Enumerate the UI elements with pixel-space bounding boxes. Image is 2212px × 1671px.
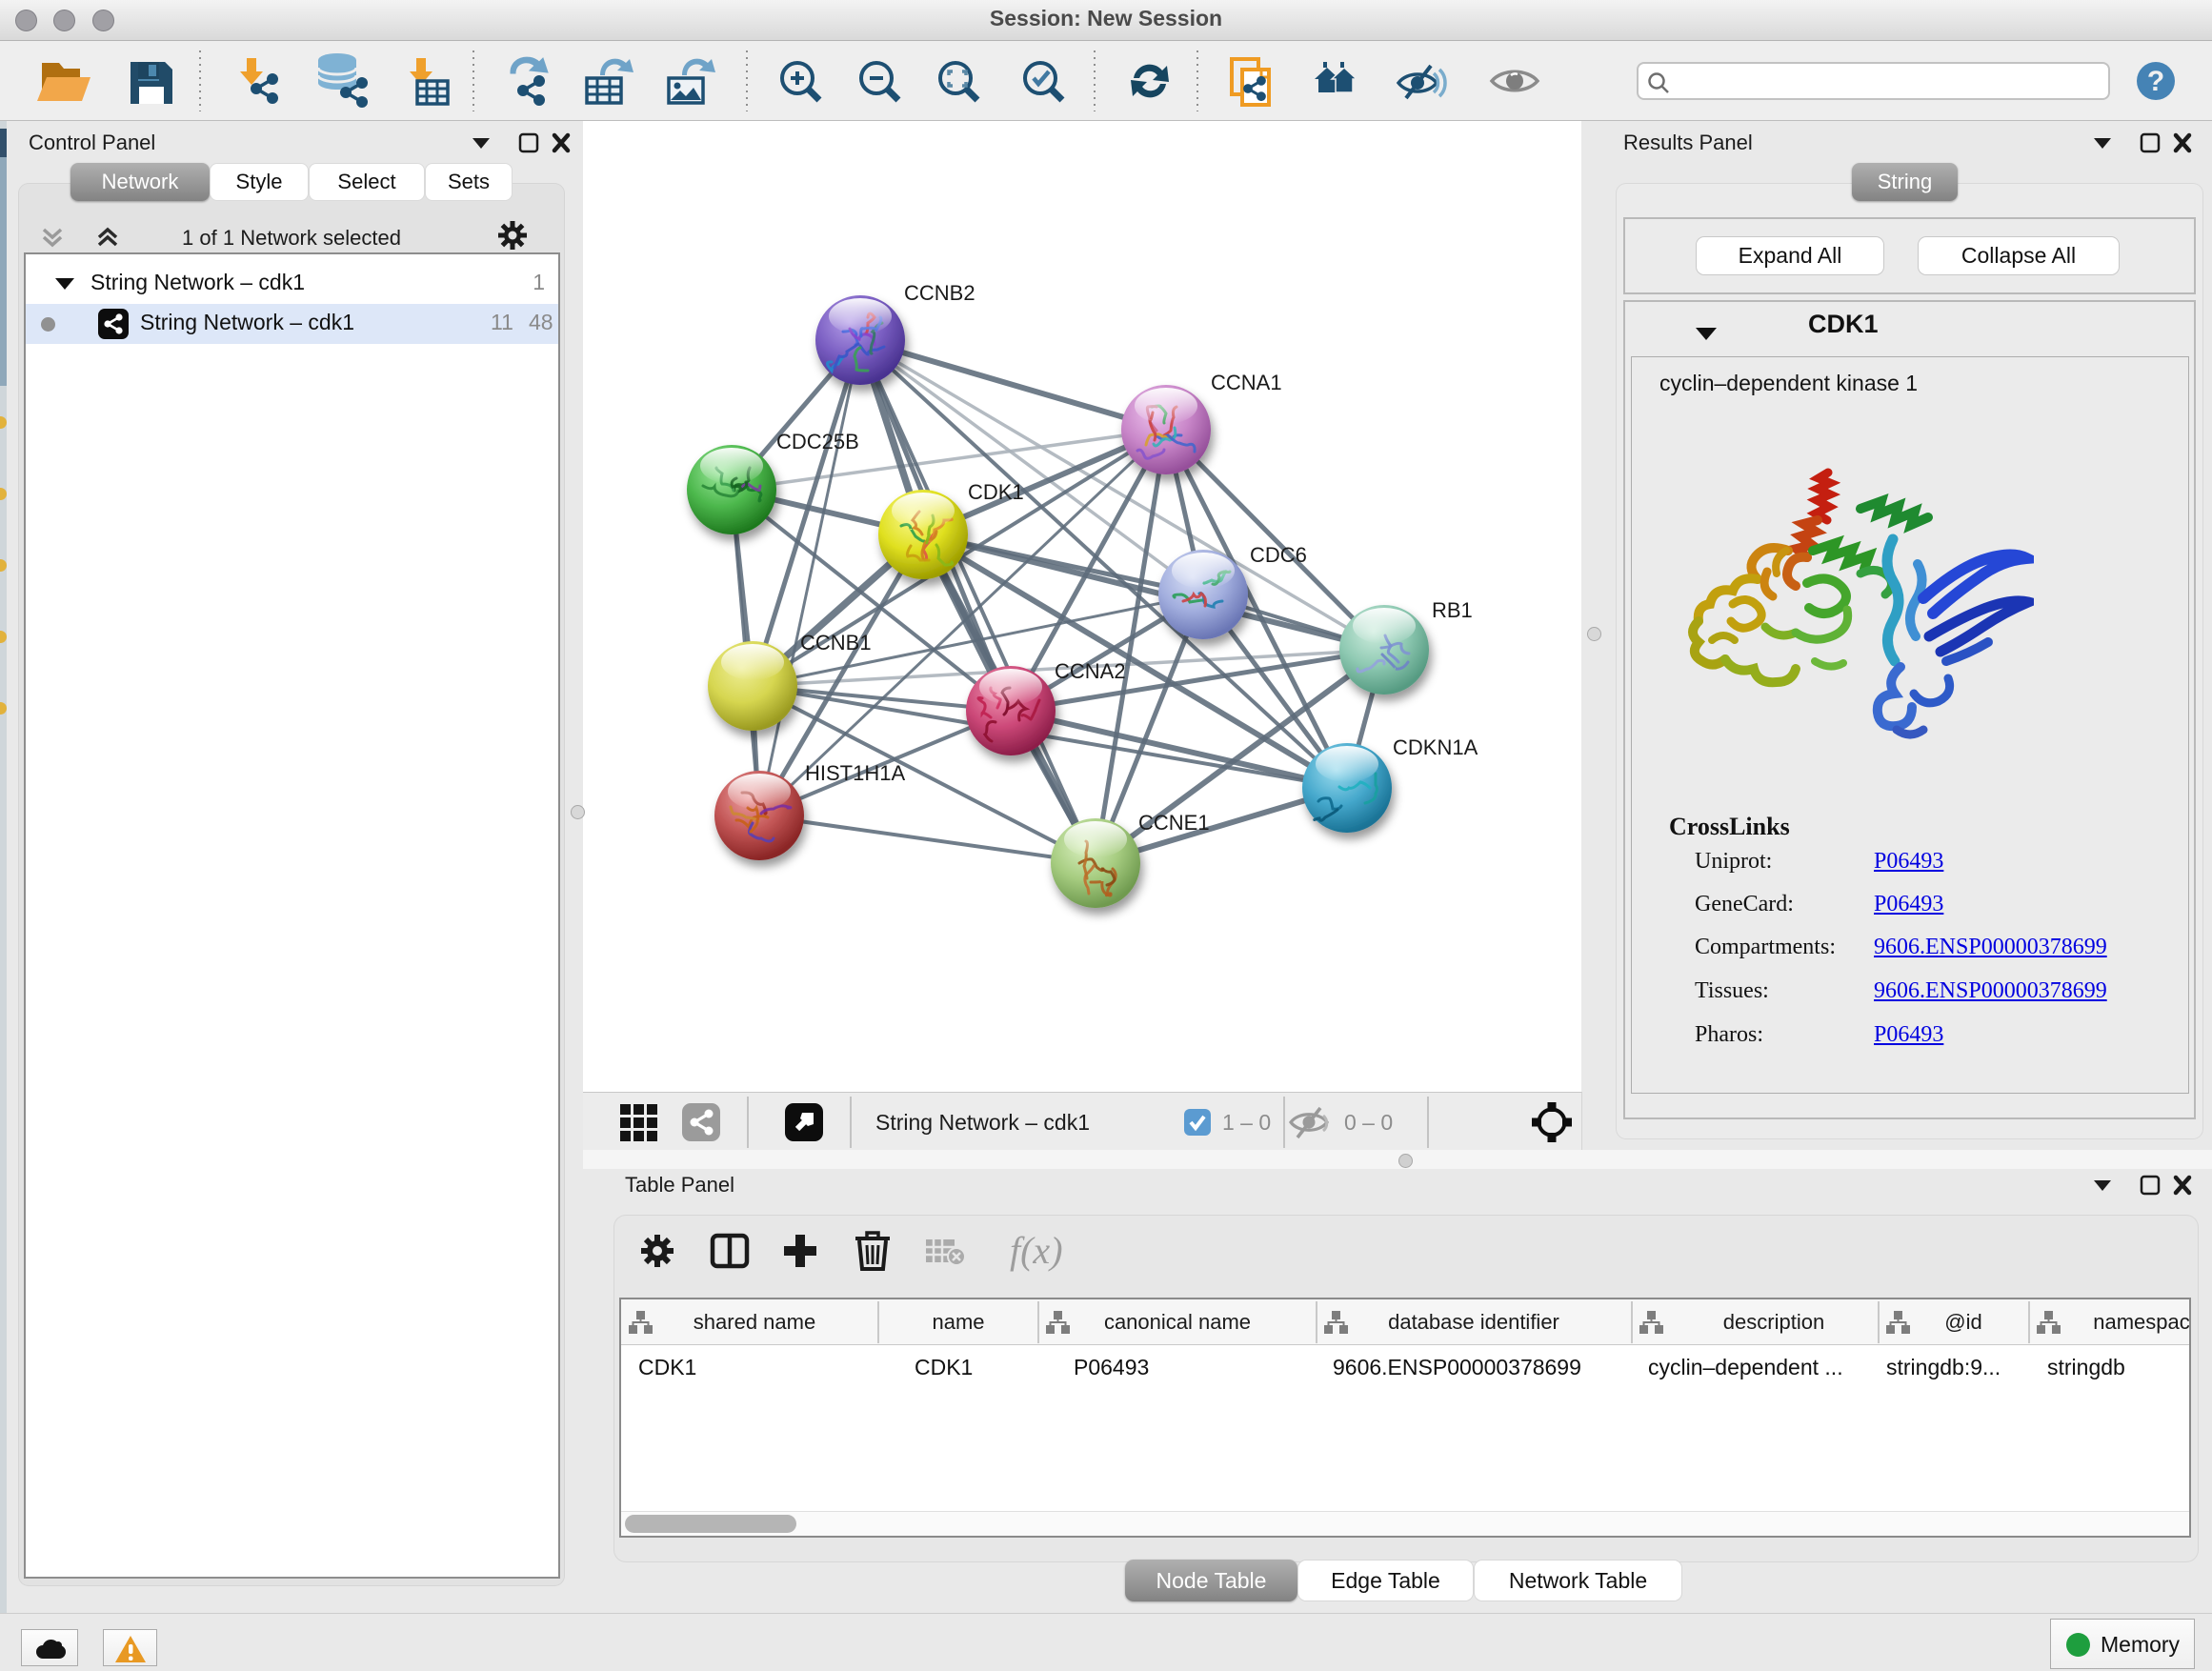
svg-text:String Network – cdk1: String Network – cdk1 <box>875 1110 1090 1135</box>
svg-text:stringdb: stringdb <box>2047 1355 2125 1379</box>
svg-text:f(x): f(x) <box>1010 1229 1063 1272</box>
svg-text:shared name: shared name <box>694 1310 815 1334</box>
svg-text:name: name <box>932 1310 984 1334</box>
svg-text:RB1: RB1 <box>1432 598 1473 622</box>
svg-text:CCNA1: CCNA1 <box>1211 371 1282 394</box>
svg-text:@id: @id <box>1944 1310 1981 1334</box>
svg-text:CDK1: CDK1 <box>968 480 1024 504</box>
svg-text:CDK1: CDK1 <box>638 1355 696 1379</box>
svg-text:0 – 0: 0 – 0 <box>1344 1110 1393 1135</box>
svg-text:CCNB1: CCNB1 <box>800 631 872 654</box>
svg-text:CDC25B: CDC25B <box>776 430 859 453</box>
svg-text:database identifier: database identifier <box>1388 1310 1559 1334</box>
svg-text:CDKN1A: CDKN1A <box>1393 735 1478 759</box>
svg-text:CDK1: CDK1 <box>915 1355 973 1379</box>
svg-text:CCNB2: CCNB2 <box>904 281 975 305</box>
svg-text:description: description <box>1723 1310 1824 1334</box>
svg-text:?: ? <box>2147 66 2164 97</box>
svg-text:stringdb:9...: stringdb:9... <box>1886 1355 2001 1379</box>
svg-text:1 – 0: 1 – 0 <box>1222 1110 1271 1135</box>
svg-text:9606.ENSP00000378699: 9606.ENSP00000378699 <box>1333 1355 1581 1379</box>
svg-text:CDC6: CDC6 <box>1250 543 1307 567</box>
svg-text:cyclin–dependent ...: cyclin–dependent ... <box>1648 1355 1843 1379</box>
svg-text:namespac: namespac <box>2093 1310 2189 1334</box>
svg-text:canonical name: canonical name <box>1104 1310 1251 1334</box>
svg-text:CCNE1: CCNE1 <box>1138 811 1210 835</box>
svg-text:CCNA2: CCNA2 <box>1055 659 1126 683</box>
svg-text:HIST1H1A: HIST1H1A <box>805 761 905 785</box>
svg-text:P06493: P06493 <box>1074 1355 1149 1379</box>
